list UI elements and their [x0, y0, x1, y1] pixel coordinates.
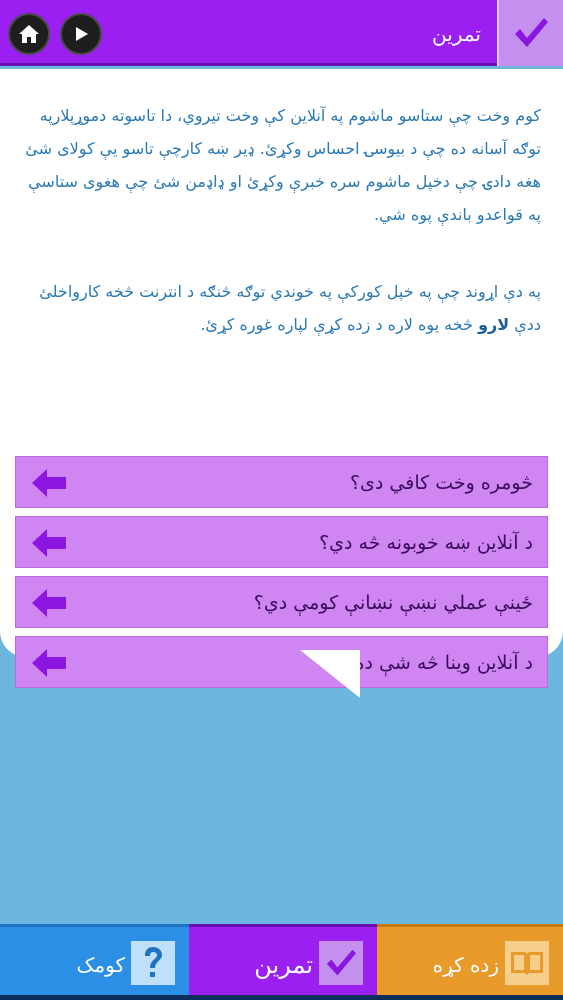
ways-link[interactable]: لارو — [478, 315, 509, 334]
guide-paragraph: په دې اړوند چې په خپل کورکې په خوندي توګ… — [22, 275, 541, 341]
play-button[interactable] — [60, 13, 102, 55]
question-button-signs[interactable]: ځینې عملي نښې نښانې کومې دي؟ — [15, 576, 548, 628]
book-icon — [505, 941, 549, 985]
home-button[interactable] — [8, 13, 50, 55]
bottom-nav: کومک تمرین زده کړه — [0, 924, 563, 1000]
question-label: ځینې عملي نښې نښانې کومې دي؟ — [253, 592, 533, 614]
intro-paragraph: کوم وخت چې ستاسو ماشوم په آنلاین کې وخت … — [25, 106, 541, 224]
question-icon — [131, 941, 175, 985]
arrow-left-icon — [32, 529, 66, 557]
question-label: د آنلاین ښه خوبونه څه دي؟ — [319, 532, 533, 554]
content-card: کوم وخت چې ستاسو ماشوم په آنلاین کې وخت … — [0, 69, 563, 688]
arrow-left-icon — [32, 649, 66, 677]
guide-text-end: څخه یوه لاره د زده کړې لپاره غوره کړئ. — [200, 315, 479, 334]
question-label: څومره وخت کافي دی؟ — [349, 472, 533, 494]
checkmark-icon — [515, 18, 548, 47]
question-button-benefits[interactable]: د آنلاین ښه خوبونه څه دي؟ — [15, 516, 548, 568]
checkmark-icon — [319, 941, 363, 985]
header-bar: تمرین — [0, 0, 563, 66]
nav-help-button[interactable]: کومک — [0, 924, 189, 1000]
nav-learn-label: زده کړه — [432, 953, 499, 977]
question-button-speech[interactable]: د آنلاین وینا څه شې ده؟ — [15, 636, 548, 688]
play-icon — [76, 27, 88, 41]
question-button-time[interactable]: څومره وخت کافي دی؟ — [15, 456, 548, 508]
nav-exercise-label: تمرین — [254, 951, 313, 979]
nav-help-label: کومک — [76, 953, 125, 977]
question-label: د آنلاین وینا څه شې ده؟ — [344, 652, 534, 674]
exercise-check-badge — [497, 0, 563, 66]
system-bar-strip — [0, 995, 563, 1000]
arrow-left-icon — [32, 589, 66, 617]
speech-bubble-tail — [300, 650, 360, 698]
nav-learn-button[interactable]: زده کړه — [377, 924, 563, 1000]
arrow-left-icon — [32, 469, 66, 497]
home-icon — [19, 25, 39, 43]
nav-exercise-button[interactable]: تمرین — [189, 924, 377, 1000]
page-title: تمرین — [432, 22, 481, 46]
